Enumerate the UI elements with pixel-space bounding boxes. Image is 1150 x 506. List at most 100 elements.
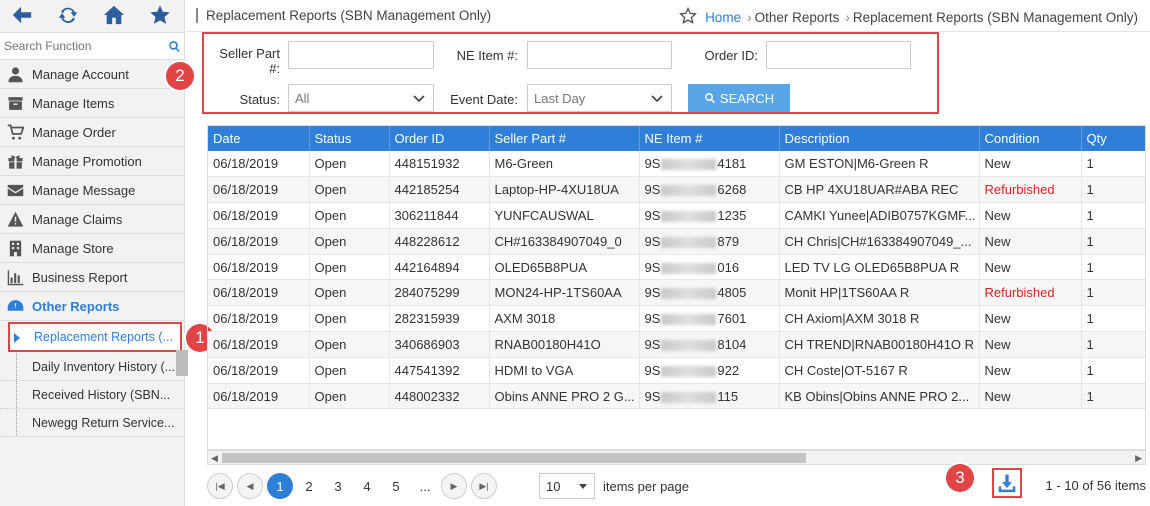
function-search-input[interactable] xyxy=(0,34,164,58)
table-row[interactable]: 06/18/2019 Open 284075299 MON24-HP-1TS60AA 9… xyxy=(208,279,1145,307)
cell-order-id: 284075299 xyxy=(389,279,490,307)
search-icon[interactable] xyxy=(164,36,184,56)
star-icon[interactable] xyxy=(149,4,173,28)
horizontal-scrollbar[interactable]: ◀ ▶ xyxy=(207,450,1146,465)
results-table: Date Status Order ID Seller Part # NE It… xyxy=(208,126,1145,410)
menu-manage-order[interactable]: Manage Order xyxy=(0,118,184,147)
column-header-condition[interactable]: Condition xyxy=(979,126,1082,151)
menu-business-report[interactable]: Business Report xyxy=(0,263,184,292)
submenu-received-history[interactable]: Received History (SBN... xyxy=(0,381,184,409)
ne-item-suffix: 4805 xyxy=(717,285,747,301)
cell-qty: 1 xyxy=(1081,228,1145,255)
ne-item-prefix: 9S xyxy=(644,285,661,301)
cell-order-id: 340686903 xyxy=(389,331,490,358)
favorite-star-icon[interactable] xyxy=(679,7,698,28)
scroll-left-icon[interactable]: ◀ xyxy=(211,453,218,464)
breadcrumb-other-reports[interactable]: Other Reports xyxy=(755,10,840,25)
ne-item-suffix: 016 xyxy=(717,259,740,275)
refresh-icon[interactable] xyxy=(57,4,81,28)
ne-item-suffix: 115 xyxy=(717,388,739,404)
menu-manage-promotion[interactable]: Manage Promotion xyxy=(0,147,184,176)
table-row[interactable]: 06/18/2019 Open 448002332 Obins ANNE PRO 2 … xyxy=(208,383,1145,410)
cell-date: 06/18/2019 xyxy=(208,279,310,307)
menu-manage-items[interactable]: Manage Items xyxy=(0,89,184,118)
cell-status: Open xyxy=(309,254,390,281)
menu-manage-account[interactable]: Manage Account xyxy=(0,60,184,89)
submenu-daily-inventory-history[interactable]: Daily Inventory History (... xyxy=(0,353,184,381)
redacted-text xyxy=(661,340,717,352)
cell-qty: 1 xyxy=(1081,279,1145,307)
cart-icon xyxy=(4,123,26,141)
page-number-2[interactable]: 2 xyxy=(296,473,322,499)
menu-other-reports[interactable]: Other Reports xyxy=(0,292,184,321)
table-row[interactable]: 06/18/2019 Open 448228612 CH#163384907049_0… xyxy=(208,228,1145,255)
home-icon[interactable] xyxy=(103,4,127,28)
cell-status: Open xyxy=(309,176,390,204)
menu-manage-store[interactable]: Manage Store xyxy=(0,234,184,263)
results-grid: Date Status Order ID Seller Part # NE It… xyxy=(207,125,1146,450)
cell-seller-part: MON24-HP-1TS60AA xyxy=(489,279,640,307)
cell-date: 06/18/2019 xyxy=(208,331,310,358)
table-row[interactable]: 06/18/2019 Open 447541392 HDMI to VGA 9S 922 C… xyxy=(208,357,1145,384)
breadcrumb: Home › Other Reports › Replacement Repor… xyxy=(679,7,1138,28)
ne-item-prefix: 9S xyxy=(644,156,661,172)
redacted-text xyxy=(661,262,717,274)
submenu-newegg-return-service[interactable]: Newegg Return Service... xyxy=(0,409,184,437)
prev-page-button[interactable]: ◀ xyxy=(237,473,263,499)
cell-seller-part: HDMI to VGA xyxy=(489,357,640,384)
table-row[interactable]: 06/18/2019 Open 442185254 Laptop-HP-4XU18UA… xyxy=(208,176,1145,204)
cell-description: Monit HP|1TS60AA R xyxy=(779,279,980,307)
cell-status: Open xyxy=(309,279,390,307)
ne-item-prefix: 9S xyxy=(644,233,661,249)
cell-date: 06/18/2019 xyxy=(208,383,310,410)
selected-caret-icon xyxy=(14,333,20,343)
seller-part-input[interactable] xyxy=(288,41,434,69)
cell-ne-item: 9S 7601 xyxy=(639,305,780,333)
column-header-date[interactable]: Date xyxy=(208,126,310,151)
column-header-seller-part[interactable]: Seller Part # xyxy=(489,126,640,151)
annotation-badge-2: 2 xyxy=(166,62,194,90)
order-id-input[interactable] xyxy=(766,41,911,69)
menu-manage-message[interactable]: Manage Message xyxy=(0,176,184,205)
status-select[interactable]: All xyxy=(288,84,434,112)
cell-condition: Refurbished xyxy=(979,279,1082,307)
event-date-select[interactable]: Last Day xyxy=(527,84,672,112)
back-arrow-icon[interactable] xyxy=(11,4,35,28)
page-number-3[interactable]: 3 xyxy=(325,473,351,499)
column-header-order-id[interactable]: Order ID xyxy=(389,126,490,151)
last-page-button[interactable]: ▶| xyxy=(471,473,497,499)
table-row[interactable]: 06/18/2019 Open 448151932 M6-Green 9S 4181 GM … xyxy=(208,151,1145,178)
column-header-ne-item[interactable]: NE Item # xyxy=(639,126,780,151)
table-row[interactable]: 06/18/2019 Open 340686903 RNAB00180H41O 9S 81… xyxy=(208,331,1145,358)
column-header-qty[interactable]: Qty xyxy=(1081,126,1145,151)
table-row[interactable]: 06/18/2019 Open 306211844 YUNFCAUSWAL 9S 1235… xyxy=(208,202,1145,229)
scrollbar-thumb[interactable] xyxy=(222,453,806,463)
ne-item-input[interactable] xyxy=(527,41,672,69)
ne-item-prefix: 9S xyxy=(644,311,661,327)
column-header-description[interactable]: Description xyxy=(779,126,980,151)
cell-condition: New xyxy=(979,254,1082,281)
page-number-5[interactable]: 5 xyxy=(383,473,409,499)
page-title: Replacement Reports (SBN Management Only… xyxy=(196,8,491,23)
cell-order-id: 448228612 xyxy=(389,228,490,255)
page-number-4[interactable]: 4 xyxy=(354,473,380,499)
export-download-button[interactable] xyxy=(992,468,1022,498)
submenu-replacement-reports[interactable]: Replacement Reports (... xyxy=(8,322,182,352)
column-header-status[interactable]: Status xyxy=(309,126,390,151)
next-page-button[interactable]: ▶ xyxy=(441,473,467,499)
scroll-right-icon[interactable]: ▶ xyxy=(1135,453,1142,464)
page-number-more[interactable]: ... xyxy=(412,473,438,499)
menu-manage-claims[interactable]: Manage Claims xyxy=(0,205,184,234)
table-row[interactable]: 06/18/2019 Open 282315939 AXM 3018 9S 7601 CH … xyxy=(208,305,1145,333)
first-page-button[interactable]: |◀ xyxy=(207,473,233,499)
redacted-text xyxy=(661,159,717,171)
search-button[interactable]: SEARCH xyxy=(688,84,790,112)
sidebar-toolbar xyxy=(0,0,184,33)
table-row[interactable]: 06/18/2019 Open 442164894 OLED65B8PUA 9S 016 L… xyxy=(208,254,1145,281)
cell-order-id: 442164894 xyxy=(389,254,490,281)
page-size-select[interactable]: 10 xyxy=(539,473,595,499)
cell-ne-item: 9S 8104 xyxy=(639,331,780,358)
page-number-1[interactable]: 1 xyxy=(267,473,293,499)
ne-item-prefix: 9S xyxy=(644,336,661,352)
breadcrumb-home-link[interactable]: Home xyxy=(705,10,741,25)
